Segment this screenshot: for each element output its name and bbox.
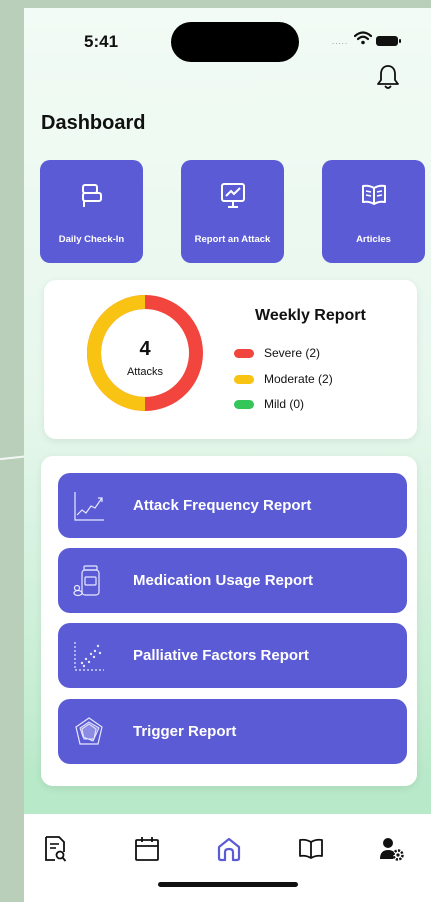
checkin-icon (81, 184, 102, 207)
reports-card: Attack Frequency Report Medication Usage… (41, 456, 417, 786)
daily-checkin-label: Daily Check-In (58, 234, 125, 245)
palliative-factors-report-label: Palliative Factors Report (133, 647, 309, 664)
moderate-swatch (234, 374, 254, 384)
attack-frequency-report-label: Attack Frequency Report (133, 497, 312, 514)
articles-button[interactable]: Articles (322, 160, 425, 263)
status-time: 5:41 (84, 32, 119, 51)
trigger-report-label: Trigger Report (133, 723, 237, 740)
dynamic-island (171, 22, 299, 62)
attacks-count: 4 (139, 338, 151, 360)
home-icon (217, 837, 241, 862)
tab-articles[interactable] (296, 834, 326, 864)
page-title: Dashboard (41, 112, 146, 134)
phone-screen: 5:41 ..... Dashboard Daily Check-In Repo… (24, 8, 431, 902)
trigger-report-button[interactable]: Trigger Report (58, 699, 407, 764)
scatter-plot-icon (74, 642, 104, 671)
medication-usage-report-button[interactable]: Medication Usage Report (58, 548, 407, 613)
tab-profile-settings[interactable] (377, 834, 407, 864)
monitor-chart-icon (220, 183, 245, 208)
report-attack-button[interactable]: Report an Attack (181, 160, 284, 263)
legend-mild: Mild (0) (234, 397, 304, 411)
tab-calendar[interactable] (132, 834, 162, 864)
medication-usage-report-label: Medication Usage Report (133, 572, 314, 589)
legend-severe-label: Severe (2) (264, 346, 321, 360)
attack-frequency-report-button[interactable]: Attack Frequency Report (58, 473, 407, 538)
weekly-report-card[interactable]: 4 Attacks Weekly Report (44, 280, 417, 439)
radar-chart-icon (75, 717, 103, 745)
weekly-report-title: Weekly Report (255, 307, 366, 324)
palliative-factors-report-button[interactable]: Palliative Factors Report (58, 623, 407, 688)
book-icon (361, 184, 386, 205)
user-settings-icon (380, 838, 404, 861)
daily-checkin-button[interactable]: Daily Check-In (40, 160, 143, 263)
mild-swatch (234, 399, 254, 409)
attacks-count-label: Attacks (126, 366, 164, 378)
notification-bell-icon[interactable] (376, 63, 400, 91)
tab-search-documents[interactable] (40, 834, 70, 864)
status-bar: 5:41 ..... (24, 8, 431, 68)
legend-moderate: Moderate (2) (234, 372, 333, 386)
home-indicator (158, 882, 298, 887)
signal-dots: ..... (332, 37, 349, 46)
report-attack-label: Report an Attack (194, 234, 271, 245)
pill-bottle-icon (73, 565, 100, 597)
severe-swatch (234, 348, 254, 358)
search-document-icon (45, 836, 67, 862)
legend-moderate-label: Moderate (2) (264, 372, 333, 386)
line-chart-icon (74, 492, 104, 521)
legend-severe: Severe (2) (234, 346, 320, 360)
calendar-icon (135, 837, 159, 861)
battery-icon (376, 36, 401, 46)
wifi-icon (354, 31, 372, 45)
articles-label: Articles (356, 234, 391, 245)
book-icon (299, 838, 323, 859)
tab-home[interactable] (214, 834, 244, 864)
legend-mild-label: Mild (0) (264, 397, 305, 411)
bottom-tab-bar (24, 814, 431, 902)
